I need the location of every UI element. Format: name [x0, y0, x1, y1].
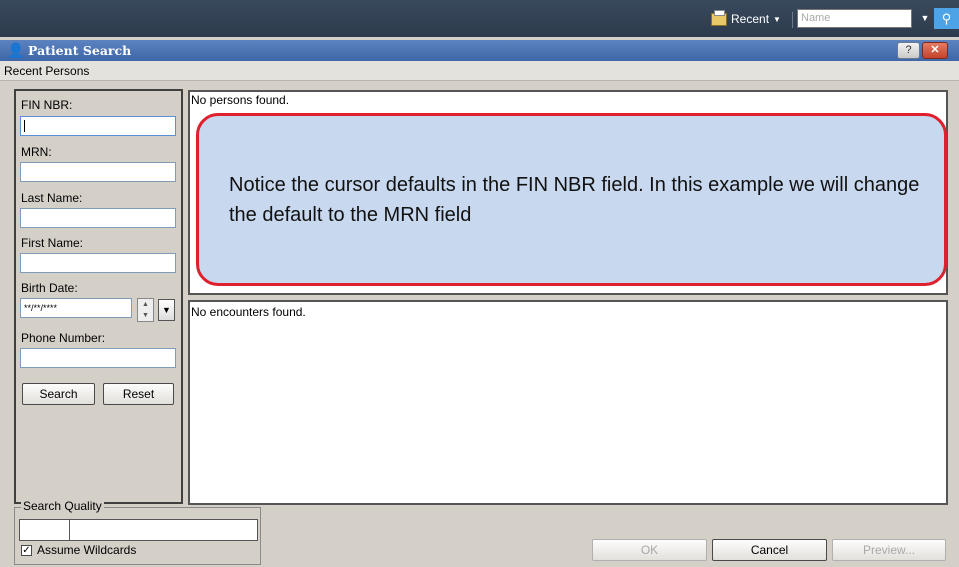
name-dropdown-chevron-icon[interactable]: ▼	[918, 9, 932, 28]
dialog-title-bar	[0, 40, 959, 61]
mrn-field[interactable]	[20, 162, 176, 182]
dialog-title: Patient Search	[28, 43, 132, 58]
encounters-empty-message: No encounters found.	[191, 305, 306, 319]
ok-button[interactable]: OK	[592, 539, 707, 561]
last-name-label: Last Name:	[21, 191, 83, 205]
text-cursor	[24, 120, 25, 132]
name-search-input[interactable]: Name	[797, 9, 912, 28]
phone-number-field[interactable]	[20, 348, 176, 368]
menu-bar	[0, 61, 959, 81]
phone-number-label: Phone Number:	[21, 331, 106, 345]
name-placeholder: Name	[801, 12, 831, 24]
assume-wildcards-checkbox[interactable]: ✓	[21, 545, 32, 556]
assume-wildcards-label: Assume Wildcards	[37, 543, 137, 557]
cancel-button[interactable]: Cancel	[712, 539, 827, 561]
reset-button[interactable]: Reset	[103, 383, 174, 405]
menu-item-recent-persons[interactable]: Recent Persons	[4, 64, 89, 78]
fin-nbr-field[interactable]	[20, 116, 176, 136]
chevron-down-icon[interactable]: ▼	[158, 299, 175, 321]
close-icon[interactable]: ✕	[922, 42, 948, 59]
last-name-field[interactable]	[20, 208, 176, 228]
recent-button[interactable]: Recent ▼	[711, 9, 781, 28]
annotation-callout-text: Notice the cursor defaults in the FIN NB…	[229, 174, 920, 226]
persons-empty-message: No persons found.	[191, 93, 290, 107]
search-quality-meter-divider	[69, 520, 70, 540]
birth-date-field[interactable]: **/**/****	[20, 298, 132, 318]
checkmark-icon: ✓	[22, 545, 31, 556]
spinner-arrows-icon[interactable]: ▲ ▼	[137, 298, 154, 322]
search-button[interactable]: Search	[22, 383, 95, 405]
search-quality-label: Search Quality	[21, 499, 104, 513]
mrn-label: MRN:	[21, 145, 52, 159]
search-quality-meter	[19, 519, 258, 541]
first-name-label: First Name:	[21, 236, 84, 250]
toolbar-separator	[792, 12, 793, 28]
fin-nbr-label: FIN NBR:	[21, 98, 73, 112]
recent-label: Recent	[731, 12, 770, 26]
birth-date-label: Birth Date:	[21, 281, 78, 295]
preview-button[interactable]: Preview...	[832, 539, 946, 561]
first-name-field[interactable]	[20, 253, 176, 273]
patient-search-icon: 👤	[7, 42, 25, 58]
help-icon[interactable]: ?	[897, 42, 920, 59]
search-icon[interactable]: ⚲	[934, 8, 959, 29]
encounters-results-list[interactable]	[188, 300, 948, 505]
folder-stack-icon	[711, 9, 727, 26]
chevron-down-icon: ▼	[773, 14, 781, 24]
